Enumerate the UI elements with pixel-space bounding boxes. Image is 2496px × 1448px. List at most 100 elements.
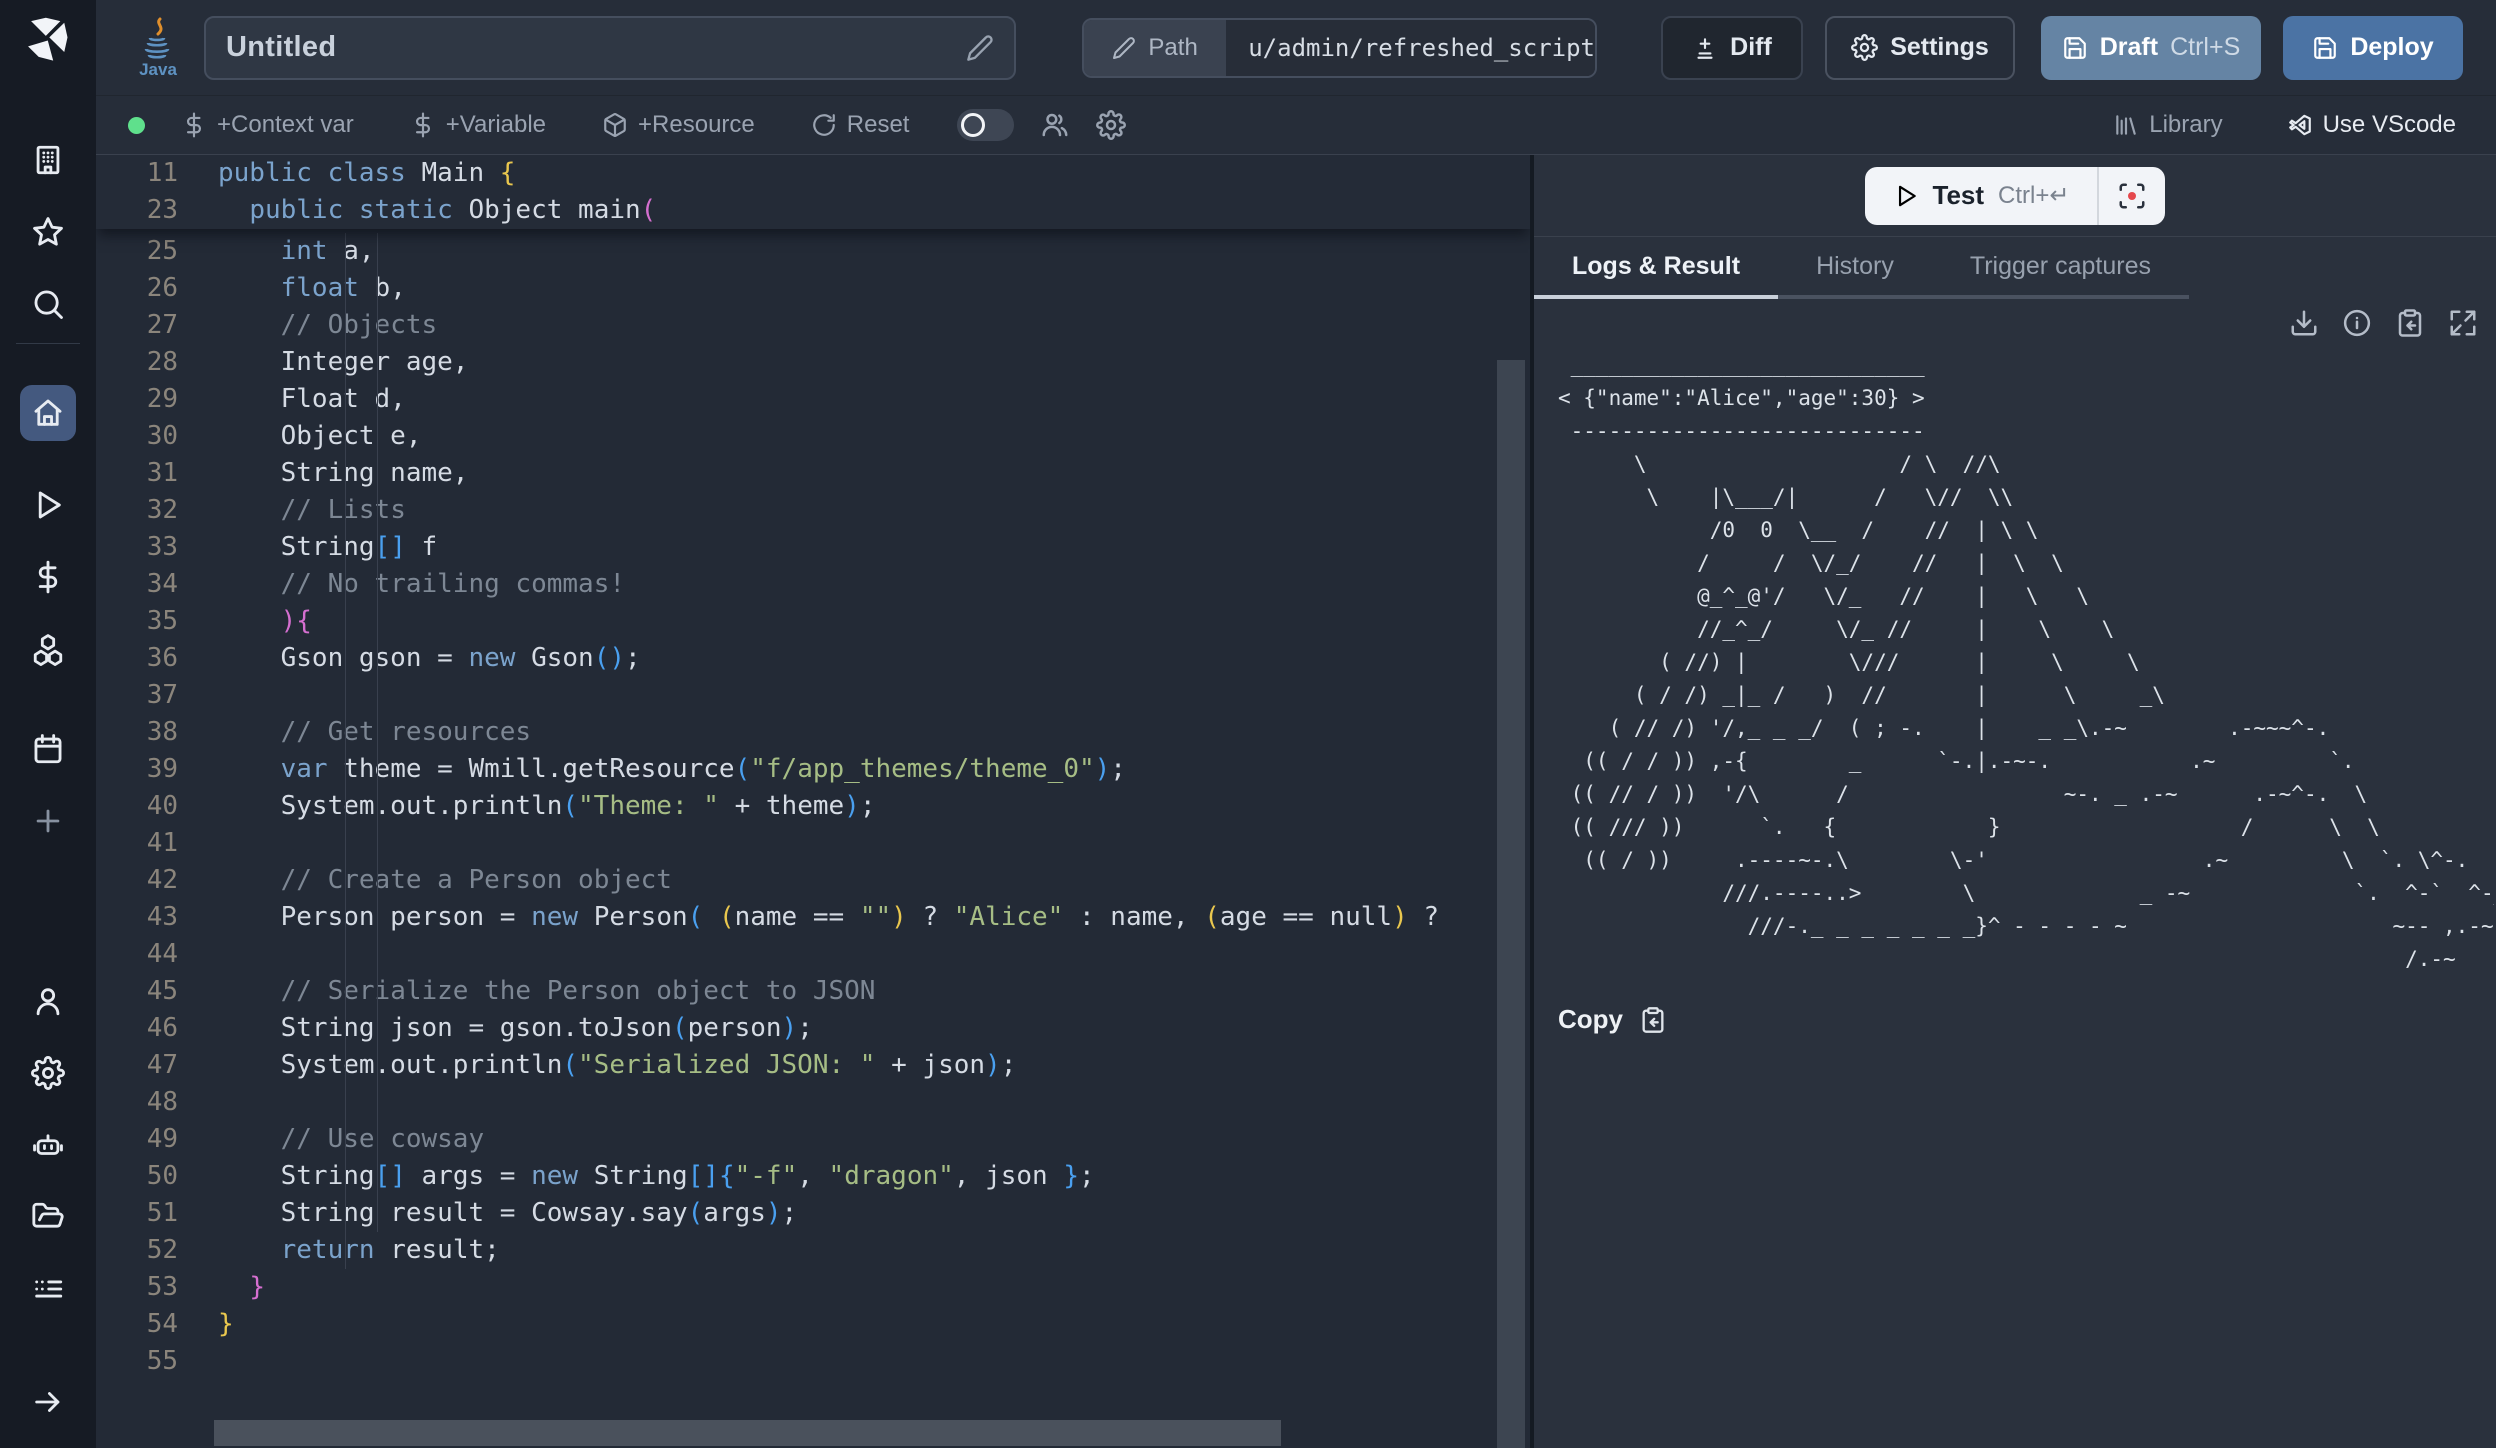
code-line[interactable]: 50 String[] args = new String[]{"-f", "d…	[96, 1158, 1530, 1195]
code-line[interactable]: 51 String result = Cowsay.say(args);	[96, 1195, 1530, 1232]
sidebar-item-schedules[interactable]	[28, 729, 68, 769]
capture-button[interactable]	[2099, 167, 2165, 225]
sidebar-item-home[interactable]	[20, 385, 76, 441]
sidebar-item-workspace[interactable]	[28, 140, 68, 180]
code-editor[interactable]: 11public class Main {23 public static Ob…	[96, 155, 1530, 1448]
line-number: 11	[96, 155, 178, 192]
code-line[interactable]: 46 String json = gson.toJson(person);	[96, 1010, 1530, 1047]
code-line[interactable]: 49 // Use cowsay	[96, 1121, 1530, 1158]
add-variable-button[interactable]: +Variable	[410, 111, 546, 139]
save-icon	[2062, 35, 2088, 61]
tab-trigger-captures[interactable]: Trigger captures	[1932, 237, 2189, 299]
line-number: 39	[96, 751, 178, 788]
panel-tabs: Logs & ResultHistoryTrigger captures	[1534, 237, 2496, 299]
code-line[interactable]: 28 Integer age,	[96, 344, 1530, 381]
code-line[interactable]: 26 float b,	[96, 270, 1530, 307]
draft-button[interactable]: Draft Ctrl+S	[2041, 16, 2261, 80]
reset-button[interactable]: Reset	[811, 111, 910, 139]
line-number: 44	[96, 936, 178, 973]
code-line[interactable]: 45 // Serialize the Person object to JSO…	[96, 973, 1530, 1010]
download-icon[interactable]	[2289, 308, 2319, 338]
script-title[interactable]: Untitled	[226, 31, 966, 64]
result-actions	[1534, 299, 2496, 347]
windmill-logo[interactable]	[19, 8, 77, 66]
gear-icon[interactable]	[1096, 110, 1126, 140]
sidebar-item-folders[interactable]	[28, 1197, 68, 1237]
code-line[interactable]: 29 Float d,	[96, 381, 1530, 418]
sticky-scope-header[interactable]: 11public class Main {23 public static Ob…	[96, 155, 1530, 229]
java-language-icon: Java	[136, 15, 180, 81]
deploy-button[interactable]: Deploy	[2283, 16, 2463, 80]
tabs-filler	[2189, 237, 2496, 299]
code-line[interactable]: 41	[96, 825, 1530, 862]
sidebar-item-runs[interactable]	[28, 485, 68, 525]
code-line[interactable]: 55	[96, 1343, 1530, 1380]
code-line[interactable]: 36 Gson gson = new Gson();	[96, 640, 1530, 677]
path-edit-button[interactable]: Path	[1084, 20, 1226, 76]
code-line[interactable]: 53 }	[96, 1269, 1530, 1306]
info-icon[interactable]	[2342, 308, 2372, 338]
library-button[interactable]: Library	[2113, 111, 2222, 139]
tab-logs-result[interactable]: Logs & Result	[1534, 237, 1778, 299]
code-line[interactable]: 37	[96, 677, 1530, 714]
code-line[interactable]: 32 // Lists	[96, 492, 1530, 529]
use-vscode-button[interactable]: Use VScode	[2287, 111, 2456, 139]
users-icon[interactable]	[1040, 110, 1070, 140]
pencil-icon	[1112, 36, 1136, 60]
add-resource-button[interactable]: +Resource	[602, 111, 755, 139]
sidebar-item-variables[interactable]	[28, 557, 68, 597]
path-value[interactable]: u/admin/refreshed_script	[1226, 20, 1595, 76]
clipboard-copy-icon[interactable]	[2395, 308, 2425, 338]
code-line[interactable]: 44	[96, 936, 1530, 973]
code-line[interactable]: 38 // Get resources	[96, 714, 1530, 751]
diff-mode-toggle[interactable]	[957, 109, 1014, 141]
edit-title-pencil-icon[interactable]	[966, 34, 994, 62]
result-ascii-output: ____________________________ < {"name":"…	[1558, 349, 2494, 976]
code-line[interactable]: 11public class Main {	[96, 155, 1530, 192]
maximize-icon[interactable]	[2448, 308, 2478, 338]
horizontal-scrollbar[interactable]	[214, 1420, 1281, 1446]
search-icon[interactable]	[28, 284, 68, 324]
script-title-input[interactable]: Untitled	[204, 16, 1016, 80]
code-line[interactable]: 40 System.out.println("Theme: " + theme)…	[96, 788, 1530, 825]
sidebar-item-settings[interactable]	[28, 1053, 68, 1093]
code-line[interactable]: 54}	[96, 1306, 1530, 1343]
sidebar-item-audit-logs[interactable]	[28, 1269, 68, 1309]
code-line[interactable]: 23 public static Object main(	[96, 192, 1530, 229]
code-line[interactable]: 25 int a,	[96, 233, 1530, 270]
code-line[interactable]: 31 String name,	[96, 455, 1530, 492]
code-lines[interactable]: 25 int a,26 float b,27 // Objects28 Inte…	[96, 233, 1530, 1380]
dollar-icon	[410, 112, 436, 138]
tab-history[interactable]: History	[1778, 237, 1932, 299]
code-line[interactable]: 34 // No trailing commas!	[96, 566, 1530, 603]
code-line[interactable]: 43 Person person = new Person( (name == …	[96, 899, 1530, 936]
code-line[interactable]: 30 Object e,	[96, 418, 1530, 455]
library-icon	[2113, 112, 2139, 138]
sidebar-collapse-arrow-icon[interactable]	[28, 1382, 68, 1422]
code-line[interactable]: 27 // Objects	[96, 307, 1530, 344]
code-line[interactable]: 33 String[] f	[96, 529, 1530, 566]
sidebar-item-account[interactable]	[28, 981, 68, 1021]
code-line[interactable]: 48	[96, 1084, 1530, 1121]
code-line[interactable]: 47 System.out.println("Serialized JSON: …	[96, 1047, 1530, 1084]
code-line[interactable]: 52 return result;	[96, 1232, 1530, 1269]
sidebar-item-workers[interactable]	[28, 1125, 68, 1165]
settings-button[interactable]: Settings	[1825, 16, 2015, 80]
vertical-scrollbar[interactable]	[1497, 360, 1525, 1448]
test-button[interactable]: Test Ctrl+↵	[1865, 167, 2098, 225]
code-line[interactable]: 35 ){	[96, 603, 1530, 640]
diff-button[interactable]: Diff	[1661, 16, 1803, 80]
sidebar-item-add[interactable]	[28, 801, 68, 841]
preview-panel: Test Ctrl+↵ Logs & ResultHistoryTrigger …	[1534, 155, 2496, 1448]
code-line[interactable]: 39 var theme = Wmill.getResource("f/app_…	[96, 751, 1530, 788]
path-control[interactable]: Path u/admin/refreshed_script	[1082, 18, 1597, 78]
sidebar-item-favorites[interactable]	[28, 212, 68, 252]
code-line[interactable]: 42 // Create a Person object	[96, 862, 1530, 899]
plus-minus-icon	[1692, 35, 1718, 61]
line-number: 50	[96, 1158, 178, 1195]
line-number: 54	[96, 1306, 178, 1343]
add-context-var-button[interactable]: +Context var	[181, 111, 354, 139]
copy-result-button[interactable]: Copy	[1558, 1004, 2496, 1035]
line-number: 41	[96, 825, 178, 862]
sidebar-item-resources[interactable]	[28, 629, 68, 669]
